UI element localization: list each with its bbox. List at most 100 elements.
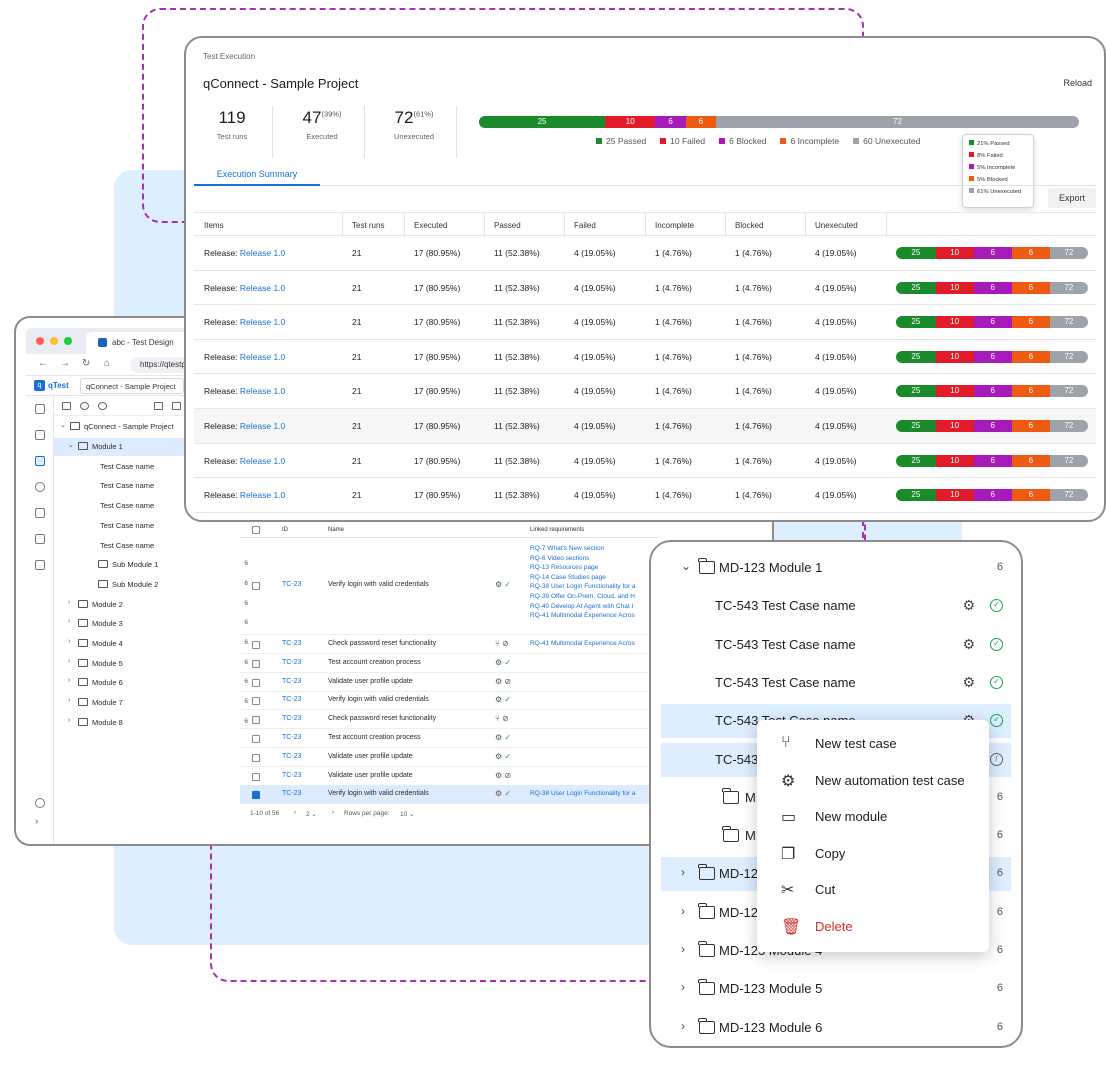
linked-requirement-link[interactable]: RQ-7 What's New section bbox=[530, 545, 660, 552]
table-row[interactable]: Release: Release 1.0 21 17 (80.95%) 11 (52.… bbox=[194, 374, 1096, 409]
test-case-id[interactable]: TC-23 bbox=[282, 734, 301, 741]
settings-gear-icon[interactable] bbox=[35, 482, 45, 492]
table-row[interactable]: TC-23 Validate user profile update ⚙ ⊘ bbox=[240, 767, 660, 786]
row-status-bar[interactable]: 25 10 6 6 72 bbox=[896, 247, 1088, 259]
chevron-right-icon[interactable]: › bbox=[681, 865, 685, 879]
menu-item-new-automation-test-case[interactable]: ⚙ New automation test case bbox=[757, 763, 989, 799]
table-row[interactable]: TC-23 Verify login with valid credentials… bbox=[240, 785, 660, 805]
close-window-button[interactable] bbox=[36, 337, 44, 345]
tree-item[interactable]: ⌄ MD-123 Module 1 6 bbox=[661, 551, 1011, 585]
chevron-right-icon[interactable]: › bbox=[68, 677, 70, 684]
test-case-id[interactable]: TC-23 bbox=[282, 678, 301, 685]
table-row[interactable]: TC-23 Validate user profile update ⚙ ✓ bbox=[240, 748, 660, 767]
expand-rail-icon[interactable]: › bbox=[35, 816, 38, 827]
menu-item-delete[interactable]: 🗑 Delete bbox=[757, 909, 989, 945]
back-arrow-icon[interactable]: ← bbox=[38, 358, 48, 369]
bar-segment-failed[interactable]: 10 bbox=[935, 281, 974, 294]
tree-item[interactable]: TC-543 Test Case name ⚙ ✓ bbox=[661, 628, 1011, 662]
release-link[interactable]: Release 1.0 bbox=[240, 490, 285, 500]
linked-requirement-link[interactable]: RQ-40 Develop AI Agent with Chat I bbox=[530, 603, 660, 610]
column-header-failed[interactable]: Failed bbox=[574, 221, 596, 230]
row-checkbox[interactable] bbox=[252, 641, 260, 649]
linked-requirement-link[interactable]: RQ-38 User Login Functionality for a bbox=[530, 583, 660, 590]
test-case-id[interactable]: TC-23 bbox=[282, 640, 301, 647]
bar-segment-unexecuted[interactable]: 72 bbox=[1049, 489, 1088, 502]
new-folder-icon[interactable] bbox=[62, 402, 71, 410]
linked-requirement-link[interactable]: RQ-14 Case Studies page bbox=[530, 574, 660, 581]
tree-item[interactable]: › MD-123 Module 6 6 bbox=[661, 1011, 1011, 1045]
row-checkbox[interactable] bbox=[252, 735, 260, 743]
test-case-id[interactable]: TC-23 bbox=[282, 696, 301, 703]
row-status-bar[interactable]: 25 10 6 6 72 bbox=[896, 489, 1088, 502]
project-selector[interactable]: qConnect - Sample Project bbox=[80, 378, 184, 394]
bar-segment-unexecuted[interactable]: 72 bbox=[1049, 281, 1088, 294]
release-link[interactable]: Release 1.0 bbox=[240, 248, 285, 258]
bar-segment-failed[interactable]: 10 bbox=[935, 385, 974, 398]
tab-execution-summary[interactable]: Execution Summary bbox=[194, 162, 320, 186]
bar-segment-blocked[interactable]: 6 bbox=[973, 247, 1012, 259]
table-row[interactable]: Release: Release 1.0 21 17 (80.95%) 11 (52.… bbox=[194, 305, 1096, 340]
release-link[interactable]: Release 1.0 bbox=[240, 386, 285, 396]
test-case-id[interactable]: TC-23 bbox=[282, 715, 301, 722]
bar-segment-unexecuted[interactable]: 72 bbox=[1049, 420, 1088, 432]
table-row[interactable]: Release: Release 1.0 21 17 (80.95%) 11 (52.… bbox=[194, 444, 1096, 479]
row-status-bar[interactable]: 25 10 6 6 72 bbox=[896, 420, 1088, 432]
bar-segment-blocked[interactable]: 6 bbox=[973, 350, 1012, 363]
tree-item[interactable]: › Module 46 bbox=[54, 635, 254, 653]
next-page-icon[interactable]: › bbox=[332, 809, 334, 816]
bar-segment-incomplete[interactable]: 6 bbox=[685, 116, 716, 128]
bar-segment-incomplete[interactable]: 6 bbox=[1011, 489, 1050, 502]
test-case-id[interactable]: TC-23 bbox=[282, 659, 301, 666]
linked-requirement-link[interactable]: RQ-41 Multimodal Experience Acros bbox=[530, 640, 660, 647]
bar-segment-passed[interactable]: 25 bbox=[896, 247, 936, 259]
upload-icon[interactable] bbox=[154, 402, 163, 410]
column-header-passed[interactable]: Passed bbox=[494, 221, 521, 230]
bar-segment-unexecuted[interactable]: 72 bbox=[1049, 316, 1088, 329]
linked-requirement-link[interactable]: RQ-13 Resources page bbox=[530, 564, 660, 571]
row-status-bar[interactable]: 25 10 6 6 72 bbox=[896, 316, 1088, 329]
bar-segment-incomplete[interactable]: 6 bbox=[1011, 281, 1050, 294]
export-button[interactable]: Export bbox=[1048, 188, 1096, 208]
row-status-bar[interactable]: 25 10 6 6 72 bbox=[896, 281, 1088, 294]
table-row[interactable]: TC-23 Test account creation process ⚙ ✓ bbox=[240, 654, 660, 673]
bar-segment-passed[interactable]: 25 bbox=[896, 489, 936, 502]
row-checkbox[interactable] bbox=[252, 791, 260, 800]
tree-item[interactable]: › Module 76 bbox=[54, 694, 254, 712]
bar-segment-failed[interactable]: 10 bbox=[935, 489, 974, 502]
bar-segment-passed[interactable]: 25 bbox=[896, 420, 936, 432]
release-link[interactable]: Release 1.0 bbox=[240, 317, 285, 327]
bar-segment-failed[interactable]: 10 bbox=[935, 454, 974, 467]
bar-segment-passed[interactable]: 25 bbox=[896, 350, 936, 363]
release-link[interactable]: Release 1.0 bbox=[240, 352, 285, 362]
menu-item-cut[interactable]: ✂ Cut bbox=[757, 872, 989, 908]
select-all-checkbox[interactable] bbox=[252, 526, 260, 534]
prev-page-icon[interactable]: ‹ bbox=[294, 809, 296, 816]
table-row[interactable]: TC-23 Test account creation process ⚙ ✓ bbox=[240, 729, 660, 748]
row-checkbox[interactable] bbox=[252, 753, 260, 762]
bar-segment-incomplete[interactable]: 6 bbox=[1011, 385, 1050, 398]
row-checkbox[interactable] bbox=[252, 716, 260, 725]
bar-segment-passed[interactable]: 25 bbox=[896, 385, 936, 398]
tree-item[interactable]: › MD-123 Module 5 6 bbox=[661, 972, 1011, 1006]
table-row[interactable]: TC-23 Validate user profile update ⚙ ⊘ bbox=[240, 673, 660, 692]
bar-segment-unexecuted[interactable]: 72 bbox=[715, 116, 1079, 128]
tree-item[interactable]: › Module 26 bbox=[54, 596, 254, 614]
release-link[interactable]: Release 1.0 bbox=[240, 456, 285, 466]
bar-segment-failed[interactable]: 10 bbox=[605, 116, 656, 128]
bar-segment-incomplete[interactable]: 6 bbox=[1011, 350, 1050, 363]
forward-arrow-icon[interactable]: → bbox=[60, 358, 70, 369]
linked-requirement-link[interactable]: RQ-41 Multimodal Experience Acros bbox=[530, 612, 660, 619]
maximize-window-button[interactable] bbox=[64, 337, 72, 345]
chevron-right-icon[interactable]: › bbox=[681, 904, 685, 918]
table-row[interactable]: Release: Release 1.0 21 17 (80.95%) 11 (52.… bbox=[194, 340, 1096, 375]
bar-segment-passed[interactable]: 25 bbox=[896, 316, 936, 329]
bar-segment-passed[interactable]: 25 bbox=[479, 116, 606, 128]
calendar-icon[interactable] bbox=[35, 404, 45, 414]
row-checkbox[interactable] bbox=[252, 582, 260, 590]
bar-segment-failed[interactable]: 10 bbox=[935, 316, 974, 329]
summary-status-bar[interactable]: 25 10 6 6 72 bbox=[479, 116, 1079, 128]
test-case-id[interactable]: TC-23 bbox=[282, 772, 301, 779]
row-status-bar[interactable]: 25 10 6 6 72 bbox=[896, 385, 1088, 398]
bar-segment-incomplete[interactable]: 6 bbox=[1011, 316, 1050, 329]
menu-item-new-module[interactable]: ▭ New module bbox=[757, 799, 989, 835]
